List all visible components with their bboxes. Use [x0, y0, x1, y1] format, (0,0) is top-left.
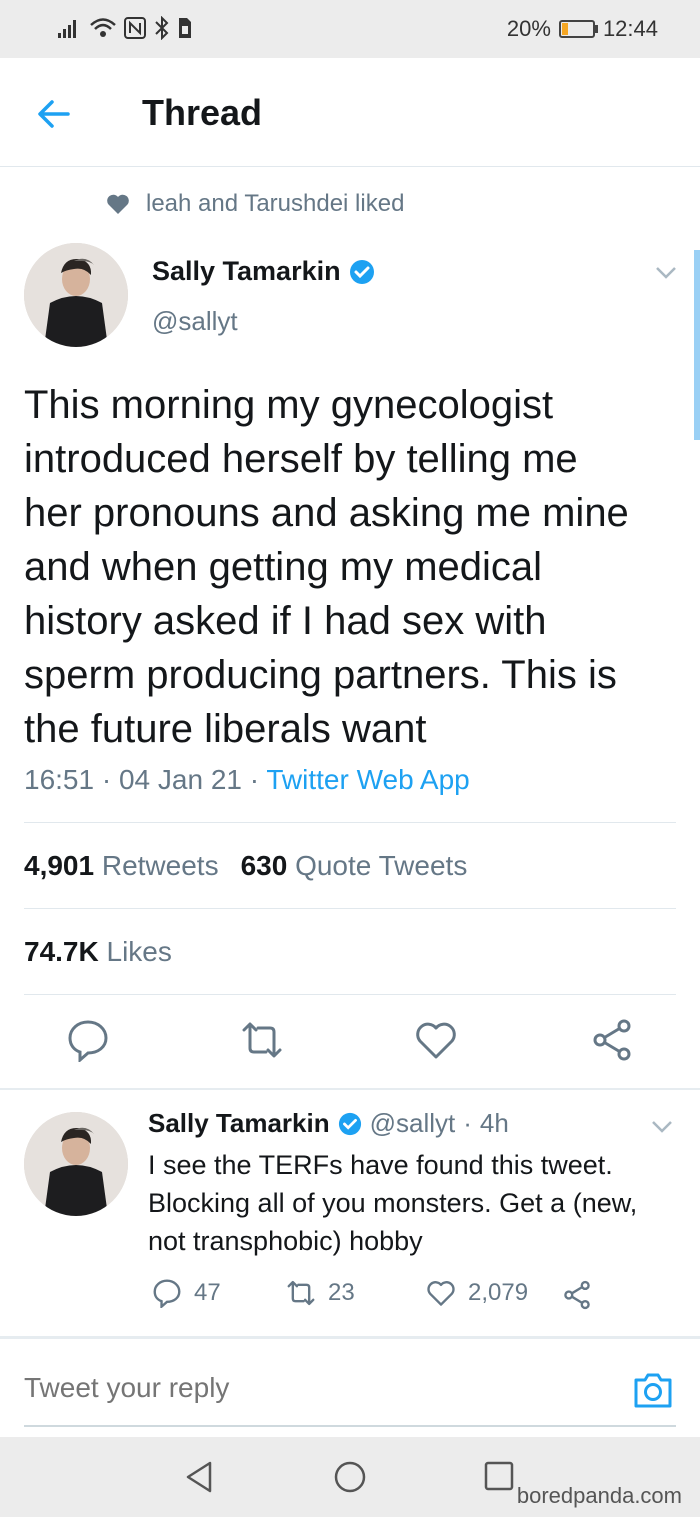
chevron-down-icon[interactable] [650, 1114, 674, 1138]
likes-stats: 74.7K Likes [24, 936, 172, 968]
battery-icon [558, 20, 598, 38]
reply-icon[interactable] [66, 1018, 110, 1062]
like-icon[interactable] [414, 1018, 458, 1062]
reply-text: I see the TERFs have found this tweet. B… [148, 1150, 638, 1256]
clock: 12:44 [602, 16, 658, 41]
like-icon [427, 1281, 455, 1306]
sim-icon [179, 18, 191, 38]
divider [24, 908, 676, 909]
avatar[interactable] [24, 243, 128, 347]
reply-input[interactable] [24, 1372, 604, 1404]
reply-handle: @sallyt [369, 1108, 456, 1138]
reply-author[interactable]: Sally Tamarkin @sallyt · 4h [148, 1108, 509, 1139]
verified-badge-icon [349, 259, 374, 284]
reply-avatar[interactable] [24, 1112, 128, 1216]
heart-icon [107, 194, 129, 214]
nfc-icon [124, 17, 146, 39]
chevron-down-icon[interactable] [654, 260, 678, 284]
divider [24, 822, 676, 823]
camera-icon[interactable] [632, 1370, 674, 1410]
app-header: Thread [0, 58, 700, 167]
reply-age: 4h [479, 1108, 509, 1138]
tweet-actions [0, 1018, 700, 1070]
tweet-timestamp: 16:51 · 04 Jan 21 · Twitter Web App [24, 764, 470, 795]
reply-count-button[interactable]: 47 [152, 1278, 221, 1308]
verified-badge-icon [338, 1112, 361, 1135]
share-icon[interactable] [590, 1018, 634, 1062]
share-icon[interactable] [562, 1280, 592, 1310]
thread-separator [0, 1088, 700, 1090]
signal-icon [58, 20, 76, 38]
engagement-stats: 4,901 Retweets 630 Quote Tweets [24, 850, 467, 882]
back-triangle-icon[interactable] [180, 1457, 220, 1497]
retweet-count-button[interactable]: 23 [286, 1278, 355, 1308]
reply-icon [153, 1279, 181, 1308]
status-bar: 20% 12:44 [0, 0, 700, 58]
source-link[interactable]: Twitter Web App [266, 764, 469, 795]
divider [24, 994, 676, 995]
reply-actions: 47 23 2,079 [148, 1278, 668, 1318]
battery-percent: 20% [506, 16, 551, 41]
retweet-icon [287, 1280, 315, 1306]
scrollbar[interactable] [694, 250, 700, 440]
likes-count[interactable]: 74.7K Likes [24, 936, 172, 968]
system-nav-bar: boredpanda.com [0, 1437, 700, 1517]
like-count-button[interactable]: 2,079 [426, 1278, 528, 1308]
tweet-text: This morning my gynecologist introduced … [24, 383, 629, 751]
watermark: boredpanda.com [516, 1483, 682, 1508]
retweets-count[interactable]: 4,901 Retweets [24, 850, 219, 882]
quote-tweets-count[interactable]: 630 Quote Tweets [241, 850, 468, 882]
home-circle-icon[interactable] [330, 1457, 370, 1497]
author-name[interactable]: Sally Tamarkin [152, 256, 375, 287]
input-underline [24, 1425, 676, 1427]
arrow-left-icon[interactable] [34, 94, 74, 134]
page-title: Thread [142, 92, 263, 133]
author-handle[interactable]: @sallyt [152, 306, 238, 337]
bluetooth-icon [155, 16, 169, 40]
social-context: leah and Tarushdei liked [106, 190, 404, 218]
social-context-text: leah and Tarushdei liked [146, 190, 405, 217]
recents-square-icon[interactable] [480, 1457, 520, 1497]
retweet-icon[interactable] [240, 1018, 284, 1062]
wifi-icon [90, 18, 116, 37]
